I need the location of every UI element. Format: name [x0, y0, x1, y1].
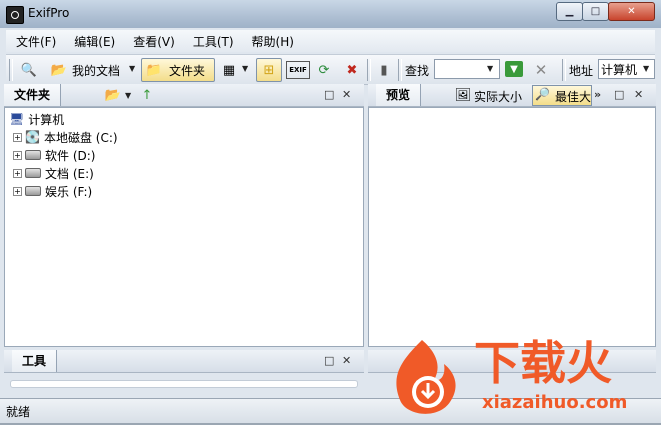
minimize-button[interactable]: ▁ — [556, 2, 583, 21]
actual-size-icon[interactable]: 🖼 — [454, 86, 472, 104]
tree-item-drive-e[interactable]: + 文档 (E:) — [13, 164, 94, 182]
folders-pane-header: 文件夹 📂 ▼ ↑ □ ✕ — [4, 84, 364, 107]
watermark-brand: 下载火 — [474, 336, 612, 390]
pane-close-icon[interactable]: ✕ — [634, 88, 643, 101]
menu-bar: 文件(F) 编辑(E) 查看(V) 工具(T) 帮助(H) — [6, 30, 655, 52]
tree-item-drive-f[interactable]: + 娱乐 (F:) — [13, 182, 92, 200]
search-input[interactable]: ▼ — [434, 59, 500, 79]
actual-size-button[interactable]: 实际大小 — [474, 88, 522, 105]
pane-restore-icon[interactable]: □ — [324, 354, 334, 367]
tree-item-computer[interactable]: 🖥 计算机 — [9, 110, 64, 128]
drive-icon — [25, 186, 41, 196]
preview-pane-header: 预览 🖼 实际大小 🔎 最佳大小 » □ ✕ — [368, 84, 656, 107]
drive-icon — [25, 168, 41, 178]
tree-item-label: 文档 (E:) — [45, 166, 94, 181]
filter-icon[interactable]: ▼ — [505, 61, 523, 77]
pane-close-icon[interactable]: ✕ — [342, 88, 351, 101]
toolbar: 🔍 📂 我的文档 ▼ 📁 文件夹 ▦ ▼ ⊞ EXIF ⟳ ✖ ▮ 查找 ▼ ▼… — [6, 54, 655, 85]
find-label: 查找 — [405, 64, 430, 78]
tree-view-toggle-button[interactable]: ⊞ — [256, 58, 282, 82]
up-folder-icon[interactable]: ↑ — [138, 86, 156, 104]
folder-open-icon[interactable]: 📂 — [104, 86, 122, 104]
pane-restore-icon[interactable]: □ — [324, 88, 334, 101]
title-bar: ExifPro ▁ □ ✕ — [0, 0, 661, 29]
menu-file[interactable]: 文件(F) — [6, 33, 64, 50]
menu-tools[interactable]: 工具(T) — [183, 33, 242, 50]
view-options-icon[interactable]: ▦ — [220, 61, 238, 79]
tree-icon: ⊞ — [263, 62, 275, 78]
expand-icon[interactable]: + — [13, 150, 22, 160]
camera-icon — [6, 6, 24, 24]
best-fit-button[interactable]: 🔎 最佳大小 — [532, 85, 592, 106]
address-value: 计算机 — [601, 63, 638, 77]
my-documents-button[interactable]: 我的文档 — [72, 62, 120, 79]
tree-item-label: 软件 (D:) — [45, 148, 96, 163]
folders-pane-title: 文件夹 — [4, 84, 62, 106]
panel-icon[interactable]: ▮ — [375, 61, 393, 79]
expand-icon[interactable]: + — [13, 186, 22, 196]
address-label: 地址 — [569, 64, 594, 78]
drive-icon — [25, 150, 41, 160]
chevron-down-icon[interactable]: ▼ — [129, 64, 135, 73]
best-fit-icon: 🔎 — [535, 87, 550, 101]
my-documents-icon[interactable]: 📂 — [50, 61, 68, 79]
folder-tree: 🖥 计算机 + 💽 本地磁盘 (C:) + 软件 (D:) + 文档 (E:) … — [4, 107, 364, 347]
tree-item-drive-d[interactable]: + 软件 (D:) — [13, 146, 95, 164]
preview-pane: 预览 🖼 实际大小 🔎 最佳大小 » □ ✕ — [368, 84, 656, 347]
chevron-down-icon[interactable]: ▼ — [643, 64, 649, 73]
folders-toggle-button[interactable]: 📁 文件夹 — [141, 58, 215, 82]
address-field[interactable]: 计算机 ▼ — [598, 59, 655, 79]
toolbar-separator — [367, 59, 371, 81]
tools-pane: 工具 □ ✕ — [4, 350, 364, 396]
tree-item-label: 计算机 — [28, 112, 65, 127]
folders-button-label: 文件夹 — [169, 64, 206, 78]
menu-help[interactable]: 帮助(H) — [242, 33, 302, 50]
clear-filter-icon[interactable]: ✕ — [532, 61, 550, 79]
chevron-down-icon[interactable]: ▼ — [242, 64, 248, 73]
watermark-url: xiazaihuo.com — [482, 392, 628, 413]
more-chevron-icon[interactable]: » — [594, 88, 601, 101]
toolbar-separator — [562, 59, 566, 81]
exif-icon[interactable]: EXIF — [286, 61, 310, 79]
menu-view[interactable]: 查看(V) — [123, 33, 183, 50]
system-drive-icon: 💽 — [25, 130, 40, 144]
tree-item-label: 本地磁盘 (C:) — [43, 130, 118, 145]
refresh-icon[interactable]: ⟳ — [315, 61, 333, 79]
folder-icon: 📁 — [145, 62, 163, 78]
expand-icon[interactable]: + — [13, 132, 22, 142]
tools-pane-header: 工具 □ ✕ — [4, 350, 364, 373]
best-fit-label: 最佳大小 — [555, 90, 592, 104]
window-title: ExifPro — [28, 6, 70, 20]
close-button[interactable]: ✕ — [608, 2, 655, 21]
pane-restore-icon[interactable]: □ — [614, 88, 624, 101]
pane-close-icon[interactable]: ✕ — [342, 354, 351, 367]
tools-pane-title: 工具 — [12, 350, 58, 372]
browse-folder-icon[interactable]: 🔍 — [20, 61, 38, 79]
preview-pane-title: 预览 — [376, 84, 422, 106]
computer-icon: 🖥 — [9, 112, 25, 126]
folders-pane: 文件夹 📂 ▼ ↑ □ ✕ 🖥 计算机 + 💽 本地磁盘 (C:) + 软件 (… — [4, 84, 364, 347]
tree-item-label: 娱乐 (F:) — [45, 184, 93, 199]
tools-scrollbar[interactable] — [10, 380, 358, 388]
chevron-down-icon[interactable]: ▼ — [125, 91, 131, 100]
tree-item-drive-c[interactable]: + 💽 本地磁盘 (C:) — [13, 128, 118, 146]
toolbar-grip — [9, 59, 13, 81]
watermark: 下载火 xiazaihuo.com — [382, 330, 661, 422]
toolbar-separator — [398, 59, 402, 81]
delete-icon[interactable]: ✖ — [343, 61, 361, 79]
chevron-down-icon[interactable]: ▼ — [487, 64, 493, 73]
menu-edit[interactable]: 编辑(E) — [64, 33, 123, 50]
preview-area — [368, 107, 656, 347]
maximize-button[interactable]: □ — [582, 2, 609, 21]
status-text: 就绪 — [6, 405, 31, 419]
expand-icon[interactable]: + — [13, 168, 22, 178]
